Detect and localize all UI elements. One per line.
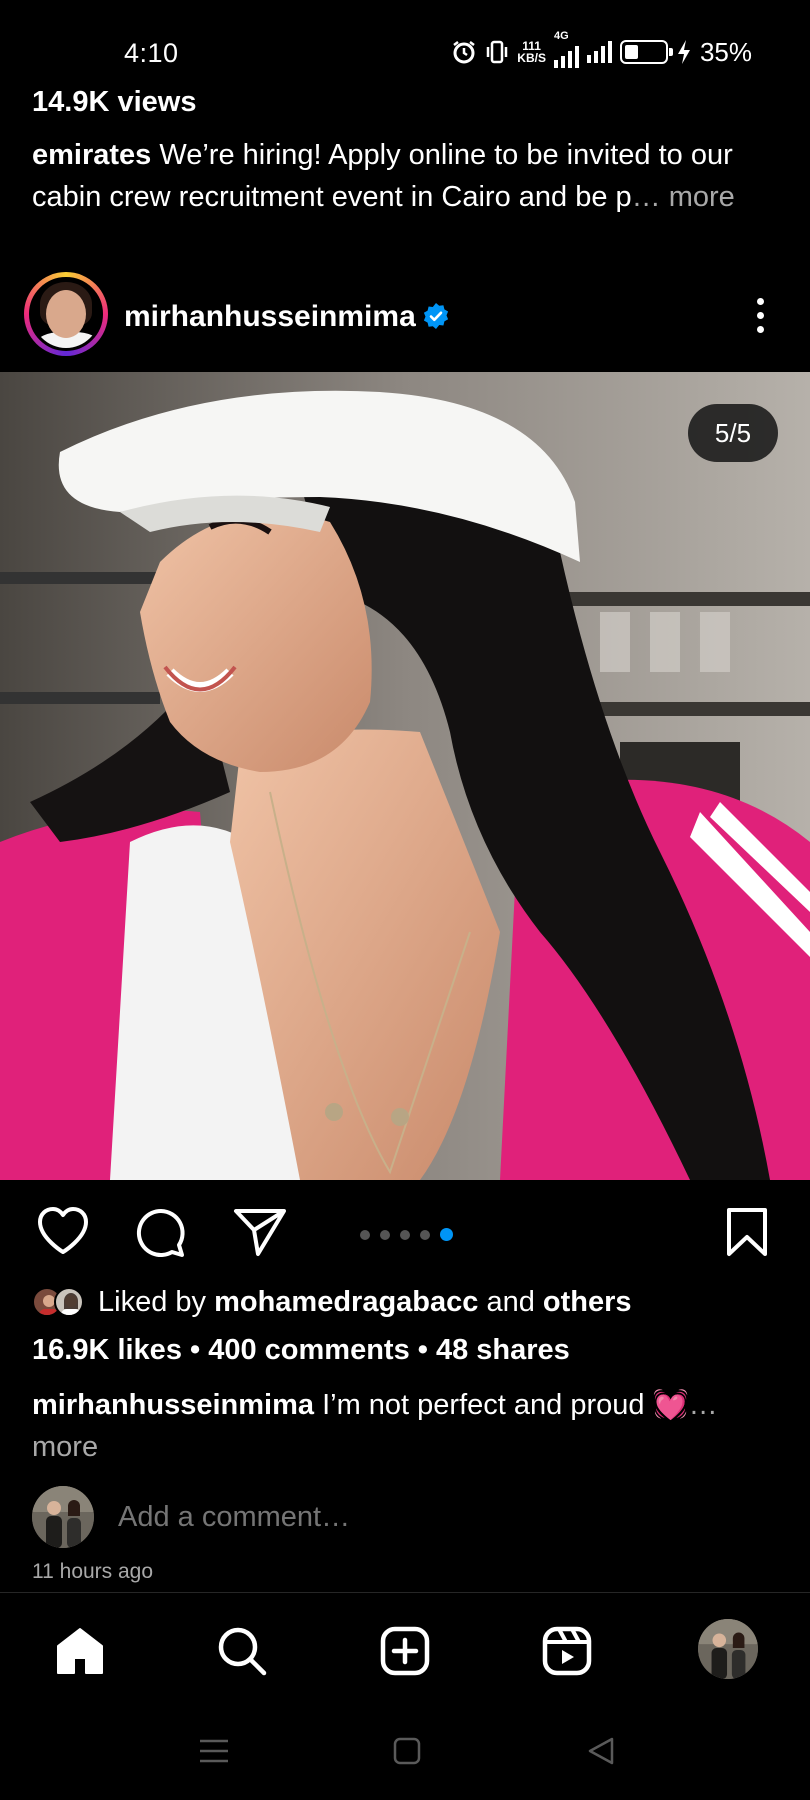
nav-search[interactable] <box>214 1623 270 1679</box>
liked-by-text: Liked by mohamedragabacc and others <box>98 1286 632 1319</box>
caption-ellipsis: … <box>688 1389 718 1421</box>
bookmark-icon[interactable] <box>724 1206 770 1258</box>
liked-by-and: and <box>478 1285 543 1318</box>
signal-icon <box>586 41 612 63</box>
heart-icon[interactable] <box>36 1206 90 1256</box>
network-rate-unit: KB/S <box>517 51 546 65</box>
home-button-icon[interactable] <box>392 1736 422 1766</box>
liked-by-others-link[interactable]: others <box>543 1286 632 1318</box>
post-action-bar <box>0 1196 810 1272</box>
story-ring[interactable] <box>24 272 108 356</box>
post-stats[interactable]: 16.9K likes • 400 comments • 48 shares <box>32 1334 570 1367</box>
nav-reels[interactable] <box>539 1623 595 1679</box>
battery-percent: 35% <box>699 36 752 67</box>
caption-emoji: 💓 <box>652 1389 689 1421</box>
current-user-avatar[interactable] <box>32 1486 94 1548</box>
carousel-dot <box>400 1229 410 1240</box>
author-avatar[interactable] <box>29 277 103 351</box>
status-icons: 111 KB/S 4G 35% <box>451 30 752 68</box>
caption-username[interactable]: mirhanhusseinmima <box>32 1389 314 1421</box>
post-header: mirhanhusseinmima <box>0 268 810 368</box>
carousel-dot <box>420 1229 430 1240</box>
previous-post-caption[interactable]: emirates We’re hiring! Apply online to b… <box>32 134 782 218</box>
send-icon[interactable] <box>232 1206 288 1258</box>
comment-icon[interactable] <box>134 1206 188 1260</box>
battery-icon <box>619 40 673 64</box>
bottom-navigation <box>0 1592 810 1704</box>
liked-by-username[interactable]: mohamedragabacc <box>214 1286 478 1318</box>
post-timestamp: 11 hours ago <box>32 1560 154 1583</box>
liked-by-row[interactable]: Liked by mohamedragabacc and others <box>32 1282 632 1322</box>
previous-post-more-link[interactable]: more <box>669 181 735 213</box>
add-comment-input[interactable] <box>118 1500 618 1534</box>
status-time: 4:10 <box>124 38 179 68</box>
liked-by-prefix: Liked by <box>98 1285 215 1318</box>
caption-more-link[interactable]: more <box>32 1431 98 1463</box>
nav-home[interactable] <box>52 1623 108 1679</box>
nav-create[interactable] <box>377 1623 433 1679</box>
author-username[interactable]: mirhanhusseinmima <box>124 300 416 334</box>
liker-avatar[interactable] <box>54 1287 84 1317</box>
nav-profile-avatar[interactable] <box>698 1619 758 1679</box>
post-image[interactable]: 5/5 <box>0 372 810 1180</box>
post-photo <box>0 372 810 1180</box>
previous-post-views[interactable]: 14.9K views <box>32 86 196 119</box>
network-rate: 111 KB/S <box>517 40 546 64</box>
menu-icon[interactable] <box>198 1736 230 1766</box>
back-icon[interactable] <box>586 1736 616 1766</box>
vibrate-icon <box>485 39 509 65</box>
post-caption[interactable]: mirhanhusseinmima I’m not perfect and pr… <box>32 1384 772 1468</box>
alarm-icon <box>451 39 477 65</box>
previous-post-username[interactable]: emirates <box>32 139 151 171</box>
more-options-icon[interactable] <box>744 290 776 340</box>
home-icon <box>54 1626 106 1676</box>
create-post-icon <box>379 1625 431 1677</box>
system-navigation <box>0 1704 810 1800</box>
carousel-indicator <box>360 1228 453 1241</box>
add-comment-row <box>32 1486 618 1548</box>
charging-icon <box>676 39 692 65</box>
caption-text: I’m not perfect and proud <box>314 1389 653 1421</box>
slide-counter: 5/5 <box>688 404 778 462</box>
status-bar: 4:10 111 KB/S 4G 35% <box>0 0 810 84</box>
previous-post-ellipsis: … <box>631 181 669 213</box>
search-icon <box>216 1625 268 1677</box>
signal-4g-icon: 4G <box>553 30 579 68</box>
reels-icon <box>541 1625 593 1677</box>
network-type: 4G <box>553 30 569 42</box>
verified-badge-icon <box>422 302 450 330</box>
carousel-dot <box>440 1228 453 1241</box>
carousel-dot <box>380 1229 390 1240</box>
carousel-dot <box>360 1229 370 1240</box>
